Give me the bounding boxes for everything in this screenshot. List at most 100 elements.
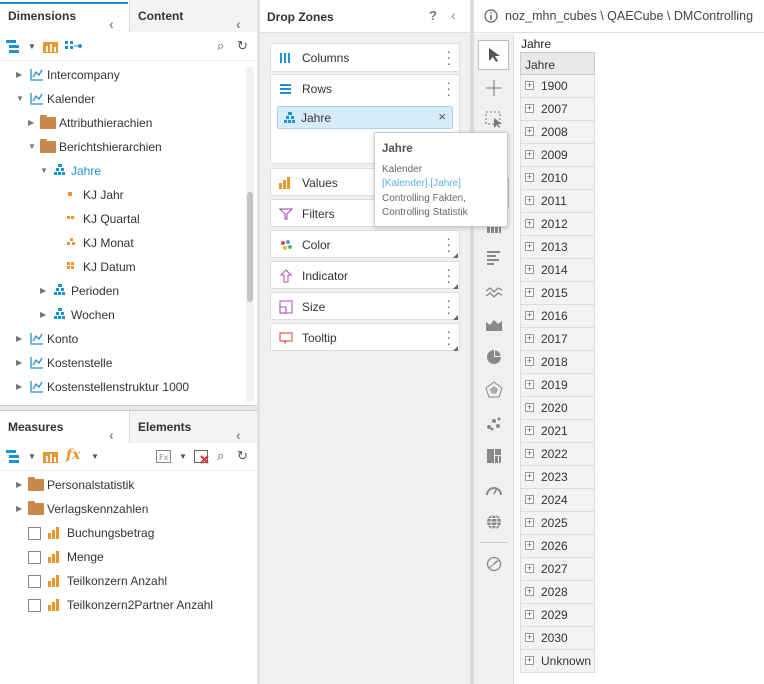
chart-folder-icon[interactable] [43,40,58,53]
info-icon[interactable] [484,9,498,23]
caret-down-icon[interactable]: ▼ [28,452,36,461]
expand-plus-icon[interactable]: + [525,173,534,182]
drop-zone-tooltip[interactable]: Tooltip · · · [270,323,460,351]
close-icon[interactable]: × [438,109,446,124]
expression-icon[interactable]: Fx [156,450,171,463]
expand-arrow-icon[interactable]: ▶ [28,111,34,135]
expand-plus-icon[interactable]: + [525,564,534,573]
expand-plus-icon[interactable]: + [525,334,534,343]
tree-item-kj-monat[interactable]: KJ Monat [0,231,245,255]
grid-row[interactable]: +2021 [520,420,595,443]
grid-row[interactable]: +2018 [520,351,595,374]
expand-plus-icon[interactable]: + [525,472,534,481]
more-options-icon[interactable]: · · · [446,75,451,101]
expand-arrow-icon[interactable]: ▶ [16,351,22,375]
tree-item-kj-quartal[interactable]: KJ Quartal [0,207,245,231]
function-icon[interactable]: fx [66,447,80,463]
globe-map-icon[interactable] [478,508,509,538]
measure-checkbox[interactable] [28,575,41,588]
drop-zone-indicator[interactable]: Indicator · · · [270,261,460,289]
grid-row[interactable]: +2012 [520,213,595,236]
grid-row[interactable]: +2007 [520,98,595,121]
more-options-icon[interactable]: · · · [446,44,451,70]
dimensions-scrollbar-track[interactable] [246,66,254,402]
rows-chip-jahre[interactable]: Jahre × [277,106,453,129]
tree-item-konto[interactable]: ▶ Konto [0,327,245,351]
expand-plus-icon[interactable]: + [525,495,534,504]
caret-down-icon[interactable]: ▼ [91,452,99,461]
tree-item-buchungsbetrag[interactable]: Buchungsbetrag [0,521,257,545]
expand-plus-icon[interactable]: + [525,380,534,389]
collapse-arrow-icon[interactable]: ▼ [40,159,48,183]
search-icon[interactable]: ⌕ [217,38,224,54]
tab-content[interactable]: Content ‹ [129,0,257,32]
tree-item-teilkonzern-anzahl[interactable]: Teilkonzern Anzahl [0,569,257,593]
tree-item-teilkonzern2partner-anzahl[interactable]: Teilkonzern2Partner Anzahl [0,593,257,617]
scatter-chart-icon[interactable] [478,410,509,440]
expand-plus-icon[interactable]: + [525,449,534,458]
tree-item-personalstatistik[interactable]: ▶ Personalstatistik [0,473,257,497]
grid-row[interactable]: +2015 [520,282,595,305]
caret-down-icon[interactable]: ▼ [28,42,36,51]
grid-row[interactable]: +2014 [520,259,595,282]
grid-row[interactable]: +2009 [520,144,595,167]
expand-plus-icon[interactable]: + [525,81,534,90]
grid-row[interactable]: +2025 [520,512,595,535]
expand-plus-icon[interactable]: + [525,541,534,550]
grid-row[interactable]: +1900 [520,75,595,98]
expand-plus-icon[interactable]: + [525,196,534,205]
refresh-icon[interactable]: ↻ [237,38,248,54]
clear-icon[interactable] [194,450,209,464]
expand-plus-icon[interactable]: + [525,311,534,320]
expand-plus-icon[interactable]: + [525,288,534,297]
expand-arrow-icon[interactable]: ▶ [40,279,46,303]
expand-plus-icon[interactable]: + [525,242,534,251]
tree-item-attributhierachien[interactable]: ▶ Attributhierachien [0,111,245,135]
line-chart-icon[interactable] [478,278,509,308]
expand-arrow-icon[interactable]: ▶ [16,375,22,399]
tree-item-berichtshierarchien[interactable]: ▼ Berichtshierarchien [0,135,245,159]
caret-down-icon[interactable]: ▼ [179,452,187,461]
grid-row[interactable]: +2027 [520,558,595,581]
tree-item-kostenstelle[interactable]: ▶ Kostenstelle [0,351,245,375]
dimensions-scrollbar-thumb[interactable] [247,192,253,302]
tree-view-icon[interactable] [6,450,20,463]
measure-checkbox[interactable] [28,599,41,612]
tree-item-kostenstellenstruktur[interactable]: ▶ Kostenstellenstruktur 1000 [0,375,245,399]
expand-plus-icon[interactable]: + [525,518,534,527]
tab-elements[interactable]: Elements ‹ [129,411,257,443]
more-options-icon[interactable]: · · · [446,324,451,350]
tree-item-kj-jahr[interactable]: KJ Jahr [0,183,245,207]
tree-view-icon[interactable] [6,40,20,53]
grid-row[interactable]: +2011 [520,190,595,213]
expand-plus-icon[interactable]: + [525,104,534,113]
tree-item-intercompany[interactable]: ▶ Intercompany [0,63,245,87]
grid-row[interactable]: +2026 [520,535,595,558]
expand-plus-icon[interactable]: + [525,587,534,596]
treemap-chart-icon[interactable] [478,442,509,472]
bar-chart-icon[interactable] [478,244,509,274]
chevron-left-icon[interactable]: ‹ [451,7,456,23]
grid-row[interactable]: +2016 [520,305,595,328]
pointer-tool-icon[interactable] [478,40,509,70]
grid-row[interactable]: +2019 [520,374,595,397]
grid-row[interactable]: +2030 [520,627,595,650]
expand-plus-icon[interactable]: + [525,219,534,228]
grid-row[interactable]: +2022 [520,443,595,466]
hierarchy-toggle-icon[interactable] [65,41,83,51]
expand-plus-icon[interactable]: + [525,656,534,665]
gauge-chart-icon[interactable] [478,476,509,506]
tree-item-wochen[interactable]: ▶ Wochen [0,303,245,327]
expand-arrow-icon[interactable]: ▶ [16,473,22,497]
crosshair-tool-icon[interactable] [478,74,509,104]
tree-item-kj-datum[interactable]: KJ Datum [0,255,245,279]
tree-item-verlagskennzahlen[interactable]: ▶ Verlagskennzahlen [0,497,257,521]
more-options-icon[interactable]: · · · [446,293,451,319]
grid-row[interactable]: +2020 [520,397,595,420]
measure-checkbox[interactable] [28,527,41,540]
tree-item-perioden[interactable]: ▶ Perioden [0,279,245,303]
expand-plus-icon[interactable]: + [525,150,534,159]
grid-row[interactable]: +2017 [520,328,595,351]
expand-arrow-icon[interactable]: ▶ [16,497,22,521]
expand-plus-icon[interactable]: + [525,633,534,642]
